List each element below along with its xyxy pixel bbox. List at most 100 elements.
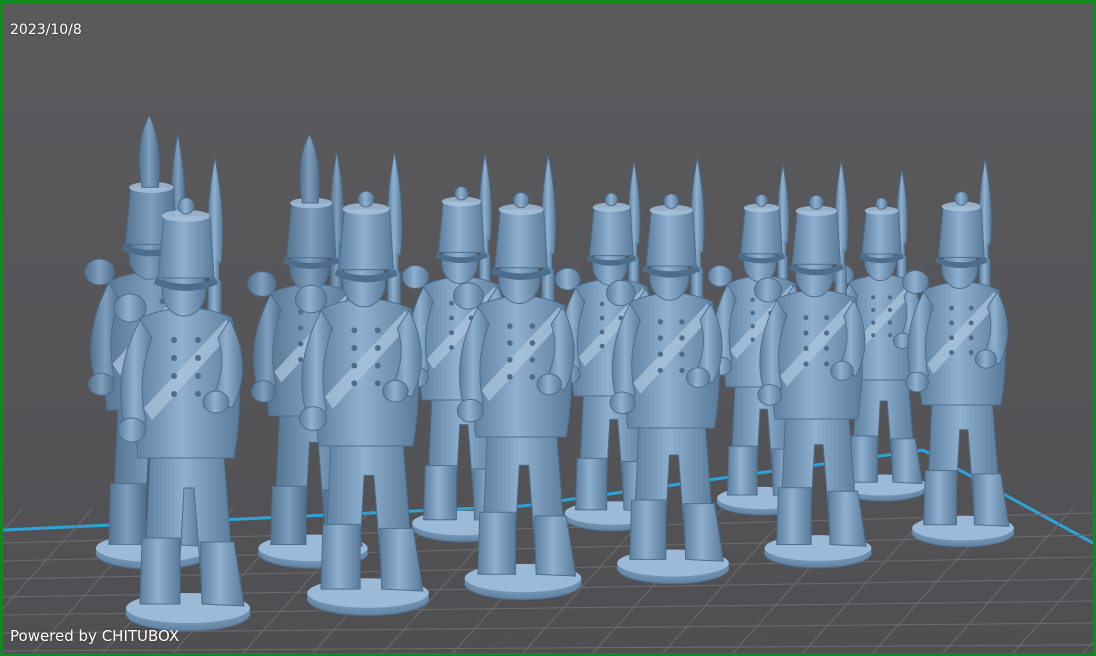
coat-button <box>351 345 358 351</box>
model-gaiter-left <box>108 483 147 545</box>
brand-label: Powered by CHITUBOX <box>10 627 180 645</box>
model-gaiter-right <box>533 515 577 577</box>
coat-button <box>750 324 755 329</box>
grid-line <box>3 644 1093 652</box>
coat-button <box>824 330 830 336</box>
backpack-roll <box>294 284 328 314</box>
shako-pompom <box>177 197 195 215</box>
shako-plume <box>299 133 320 204</box>
coat-button <box>968 350 974 355</box>
model-fist <box>117 417 147 443</box>
coat-button <box>599 329 605 335</box>
coat-button <box>803 330 809 336</box>
coat-button <box>599 315 605 321</box>
coat-button <box>529 340 536 346</box>
shako-hat <box>861 210 902 255</box>
coat-button <box>657 351 664 357</box>
shako-pompom <box>513 192 530 209</box>
model-gaiter-right <box>972 473 1010 527</box>
grid-line <box>1082 641 1093 653</box>
coat-button <box>507 323 513 329</box>
coat-button <box>887 295 893 300</box>
shako-pompom <box>954 191 969 206</box>
coat-button <box>449 345 454 350</box>
shako-pompom <box>604 192 619 207</box>
coat-button <box>968 305 974 311</box>
shako-hat <box>740 207 783 255</box>
shako-hat <box>437 201 485 253</box>
coat-button <box>871 320 876 325</box>
model-hand <box>382 379 409 403</box>
model-fist <box>757 384 783 406</box>
shako-hat <box>494 209 548 269</box>
model-gaiter-left <box>575 457 608 511</box>
coat-button <box>298 325 304 331</box>
coat-button <box>374 327 381 334</box>
coat-button <box>750 337 755 342</box>
coat-button <box>803 361 809 367</box>
backpack-roll <box>113 293 147 323</box>
model-group[interactable] <box>84 114 1015 632</box>
coat-button <box>968 320 974 326</box>
coat-button <box>599 301 605 307</box>
coat-button <box>887 333 893 338</box>
model-fist <box>250 380 277 403</box>
model-gaiter-right <box>890 438 923 485</box>
coat-button <box>449 315 454 321</box>
backpack-roll <box>901 270 930 294</box>
shako-hat <box>791 210 841 265</box>
coat-button <box>449 330 454 336</box>
coat-button <box>529 357 536 363</box>
coat-button <box>887 307 893 313</box>
model-hand <box>830 360 854 381</box>
coat-button <box>679 367 685 374</box>
coat-button <box>871 295 876 300</box>
model-gaiter-left <box>726 445 758 496</box>
model-gaiter-left <box>923 470 957 526</box>
coat-button <box>750 310 755 316</box>
model-gaiter-left <box>776 487 812 546</box>
coat-button <box>679 351 685 357</box>
coat-button <box>507 374 513 380</box>
model-fist <box>609 391 636 415</box>
model-gaiter-left <box>320 523 361 590</box>
coat-button <box>374 345 381 351</box>
coat-button <box>195 391 201 397</box>
shako-hat <box>645 209 697 267</box>
coat-button <box>679 335 685 341</box>
coat-button <box>949 320 954 326</box>
coat-button <box>195 373 201 379</box>
backpack-roll <box>401 265 430 289</box>
coat-button <box>529 374 536 380</box>
model-gaiter-left <box>139 537 181 605</box>
backpack-roll <box>452 282 485 310</box>
coat-button <box>824 361 830 367</box>
scene-canvas[interactable] <box>3 3 1093 653</box>
model-hand <box>974 349 998 369</box>
coat-button <box>529 323 536 329</box>
coat-button <box>507 340 513 346</box>
coat-button <box>949 305 954 311</box>
backpack-roll <box>554 267 581 291</box>
model-gaiter-left <box>270 485 307 545</box>
coat-button <box>171 391 177 397</box>
coat-button <box>968 335 974 341</box>
shako-pompom <box>357 190 375 208</box>
model-gaiter-right <box>683 503 724 562</box>
3d-viewport[interactable]: 2023/10/8 Powered by CHITUBOX <box>3 3 1093 653</box>
shako-hat <box>157 215 215 279</box>
model-gaiter-left <box>477 511 516 575</box>
backpack-roll <box>605 279 636 307</box>
shako-hat <box>286 202 337 259</box>
shako-pompom <box>808 194 824 210</box>
coat-button <box>871 307 876 313</box>
coat-button <box>824 314 830 321</box>
coat-button <box>750 297 755 302</box>
shako-pompom <box>755 194 768 207</box>
coat-button <box>298 357 304 363</box>
backpack-roll <box>247 271 277 297</box>
coat-button <box>351 327 358 334</box>
coat-button <box>803 345 809 352</box>
coat-button <box>351 380 358 387</box>
coat-button <box>171 355 177 361</box>
